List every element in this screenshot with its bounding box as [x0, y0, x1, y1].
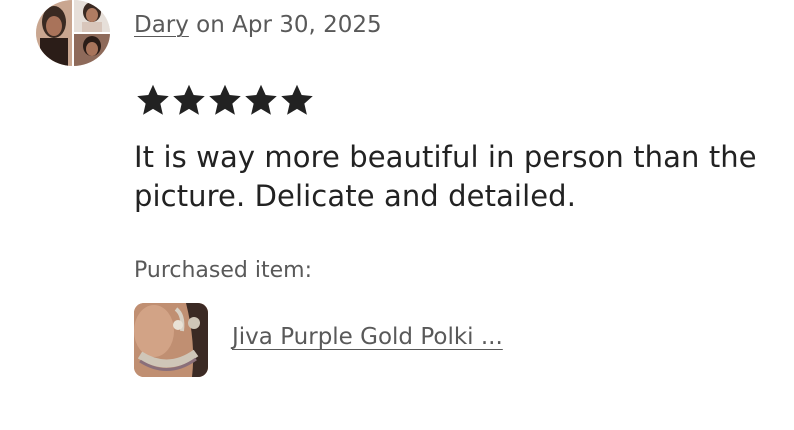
- purchased-item-thumbnail[interactable]: [134, 303, 208, 377]
- star-icon: [137, 84, 169, 115]
- star-icon: [281, 84, 313, 115]
- star-icon: [245, 84, 277, 115]
- review-text: It is way more beautiful in person than …: [134, 140, 757, 213]
- purchased-item-link[interactable]: Jiva Purple Gold Polki ...: [232, 324, 503, 350]
- review-meta: Dary on Apr 30, 2025: [134, 12, 382, 38]
- review-card: Dary on Apr 30, 2025 It is way more beau…: [0, 0, 794, 430]
- reviewer-avatar[interactable]: [36, 0, 110, 66]
- purchased-item-label: Purchased item:: [134, 258, 312, 283]
- reviewer-name-link[interactable]: Dary: [134, 12, 189, 38]
- star-rating: [135, 82, 315, 118]
- review-date: on Apr 30, 2025: [188, 12, 382, 38]
- star-icon: [209, 84, 241, 115]
- star-icon: [173, 84, 205, 115]
